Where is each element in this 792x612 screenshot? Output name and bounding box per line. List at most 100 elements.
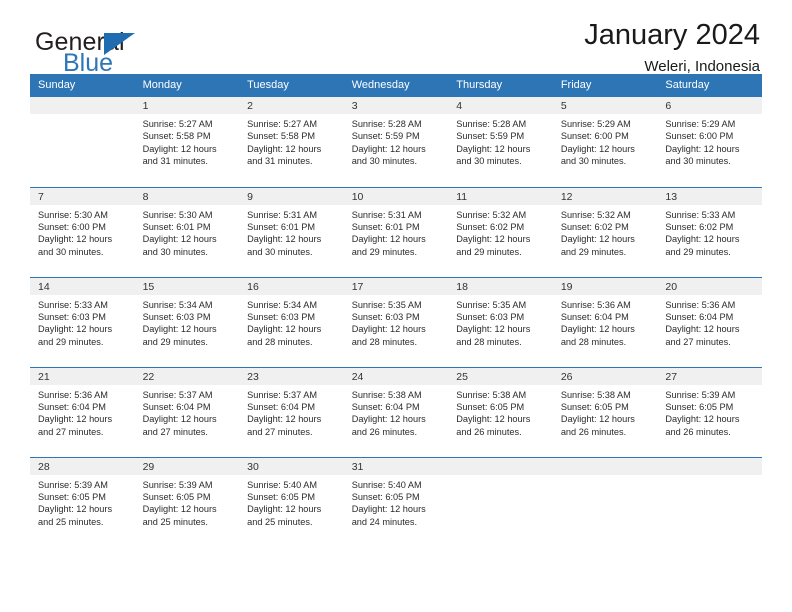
day-cell[interactable]: 29 Sunrise: 5:39 AM Sunset: 6:05 PM Dayligh… bbox=[134, 456, 240, 547]
day-cell[interactable]: 15 Sunrise: 5:34 AM Sunset: 6:03 PM Dayligh… bbox=[134, 276, 240, 367]
day-cell[interactable]: 13 Sunrise: 5:33 AM Sunset: 6:02 PM Dayligh… bbox=[657, 186, 762, 277]
day-details: Sunrise: 5:40 AM Sunset: 6:05 PM Daylight:… bbox=[239, 475, 344, 529]
column-header-wednesday: Wednesday bbox=[343, 74, 449, 97]
day-cell[interactable]: 1 Sunrise: 5:27 AM Sunset: 5:58 PM Daylight… bbox=[134, 97, 240, 187]
day-details: Sunrise: 5:29 AM Sunset: 6:00 PM Daylight:… bbox=[657, 114, 762, 168]
day-detail-line: and 30 minutes. bbox=[560, 156, 627, 167]
day-cell[interactable]: 24 Sunrise: 5:38 AM Sunset: 6:04 PM Dayligh… bbox=[343, 366, 449, 457]
day-detail-line: Sunrise: 5:34 AM bbox=[247, 299, 318, 310]
calendar-week-row: 21 Sunrise: 5:36 AM Sunset: 6:04 PM Dayligh… bbox=[30, 366, 762, 457]
day-details: Sunrise: 5:38 AM Sunset: 6:05 PM Daylight:… bbox=[448, 385, 553, 439]
day-detail-line: and 27 minutes. bbox=[142, 426, 208, 437]
day-cell-content: 21 Sunrise: 5:36 AM Sunset: 6:04 PM Dayligh… bbox=[30, 367, 135, 457]
day-cell[interactable]: 19 Sunrise: 5:36 AM Sunset: 6:04 PM Dayligh… bbox=[552, 276, 658, 367]
day-cell[interactable]: 4 Sunrise: 5:28 AM Sunset: 5:59 PM Daylight… bbox=[448, 97, 553, 187]
day-details: Sunrise: 5:38 AM Sunset: 6:04 PM Daylight:… bbox=[344, 385, 449, 439]
day-cell[interactable]: 9 Sunrise: 5:31 AM Sunset: 6:01 PM Daylight… bbox=[239, 186, 344, 277]
day-detail-line: Sunset: 6:00 PM bbox=[560, 131, 629, 142]
day-cell[interactable]: 23 Sunrise: 5:37 AM Sunset: 6:04 PM Dayligh… bbox=[239, 366, 344, 457]
calendar-week-row: 7 Sunrise: 5:30 AM Sunset: 6:00 PM Daylight… bbox=[30, 186, 762, 277]
day-cell[interactable]: 26 Sunrise: 5:38 AM Sunset: 6:05 PM Dayligh… bbox=[552, 366, 658, 457]
day-detail-line: Sunset: 6:04 PM bbox=[247, 401, 316, 412]
day-cell[interactable]: 3 Sunrise: 5:28 AM Sunset: 5:59 PM Daylight… bbox=[343, 97, 449, 187]
day-detail-line: Daylight: 12 hours bbox=[38, 324, 113, 335]
day-detail-line: and 31 minutes. bbox=[142, 156, 208, 167]
day-detail-line: Sunrise: 5:33 AM bbox=[38, 299, 108, 310]
day-number: 29 bbox=[134, 457, 240, 475]
day-details: Sunrise: 5:34 AM Sunset: 6:03 PM Daylight:… bbox=[239, 295, 344, 349]
page-title: January 2024 bbox=[584, 19, 760, 51]
generalblue-logo: General Blue bbox=[35, 28, 245, 84]
day-number: 24 bbox=[343, 367, 449, 385]
day-cell-empty bbox=[448, 456, 553, 547]
day-cell[interactable]: 16 Sunrise: 5:34 AM Sunset: 6:03 PM Dayligh… bbox=[239, 276, 344, 367]
day-detail-line: Daylight: 12 hours bbox=[247, 504, 322, 515]
day-cell-content: 1 Sunrise: 5:27 AM Sunset: 5:58 PM Daylight… bbox=[134, 97, 240, 186]
day-cell[interactable]: 22 Sunrise: 5:37 AM Sunset: 6:04 PM Dayligh… bbox=[134, 366, 240, 457]
day-cell[interactable]: 28 Sunrise: 5:39 AM Sunset: 6:05 PM Dayligh… bbox=[30, 456, 135, 547]
day-cell[interactable]: 31 Sunrise: 5:40 AM Sunset: 6:05 PM Dayligh… bbox=[343, 456, 449, 547]
day-cell[interactable]: 17 Sunrise: 5:35 AM Sunset: 6:03 PM Dayligh… bbox=[343, 276, 449, 367]
day-number: 7 bbox=[30, 187, 135, 205]
day-cell[interactable]: 2 Sunrise: 5:27 AM Sunset: 5:58 PM Daylight… bbox=[239, 97, 344, 187]
day-detail-line: Daylight: 12 hours bbox=[142, 504, 217, 515]
day-detail-line: Daylight: 12 hours bbox=[665, 324, 740, 335]
day-detail-line: Daylight: 12 hours bbox=[247, 324, 322, 335]
day-detail-line: Daylight: 12 hours bbox=[142, 414, 217, 425]
day-number: 21 bbox=[30, 367, 135, 385]
day-detail-line: Sunset: 6:03 PM bbox=[456, 311, 525, 322]
day-cell[interactable]: 18 Sunrise: 5:35 AM Sunset: 6:03 PM Dayligh… bbox=[448, 276, 553, 367]
day-cell[interactable]: 21 Sunrise: 5:36 AM Sunset: 6:04 PM Dayligh… bbox=[30, 366, 135, 457]
day-cell[interactable]: 6 Sunrise: 5:29 AM Sunset: 6:00 PM Daylight… bbox=[657, 97, 762, 187]
day-number bbox=[552, 457, 658, 475]
day-number: 12 bbox=[552, 187, 658, 205]
day-number: 11 bbox=[448, 187, 553, 205]
day-cell-content: 5 Sunrise: 5:29 AM Sunset: 6:00 PM Daylight… bbox=[552, 97, 658, 186]
day-detail-line: Sunset: 6:02 PM bbox=[456, 221, 525, 232]
day-detail-line: and 28 minutes. bbox=[456, 336, 522, 347]
day-cell[interactable]: 12 Sunrise: 5:32 AM Sunset: 6:02 PM Dayligh… bbox=[552, 186, 658, 277]
day-detail-line: Sunset: 6:02 PM bbox=[665, 221, 734, 232]
day-detail-line: Sunrise: 5:27 AM bbox=[142, 119, 213, 129]
day-cell[interactable]: 7 Sunrise: 5:30 AM Sunset: 6:00 PM Daylight… bbox=[30, 186, 135, 277]
day-detail-line: Sunset: 6:05 PM bbox=[456, 401, 525, 412]
day-detail-line: Sunset: 6:03 PM bbox=[247, 311, 316, 322]
day-detail-line: and 26 minutes. bbox=[665, 426, 731, 437]
day-detail-line: Daylight: 12 hours bbox=[560, 324, 635, 335]
day-details: Sunrise: 5:36 AM Sunset: 6:04 PM Daylight:… bbox=[30, 385, 135, 439]
day-details: Sunrise: 5:31 AM Sunset: 6:01 PM Daylight:… bbox=[344, 205, 449, 259]
day-detail-line: Sunset: 6:05 PM bbox=[351, 491, 420, 502]
day-detail-line: and 29 minutes. bbox=[142, 336, 208, 347]
day-number: 5 bbox=[552, 97, 658, 114]
day-cell-content: 9 Sunrise: 5:31 AM Sunset: 6:01 PM Daylight… bbox=[239, 187, 344, 277]
day-cell-content: 25 Sunrise: 5:38 AM Sunset: 6:05 PM Dayligh… bbox=[448, 367, 553, 457]
day-cell[interactable]: 11 Sunrise: 5:32 AM Sunset: 6:02 PM Dayligh… bbox=[448, 186, 553, 277]
day-details: Sunrise: 5:32 AM Sunset: 6:02 PM Daylight:… bbox=[448, 205, 553, 259]
day-cell[interactable]: 5 Sunrise: 5:29 AM Sunset: 6:00 PM Daylight… bbox=[552, 97, 658, 187]
day-detail-line: Sunrise: 5:40 AM bbox=[351, 479, 422, 490]
day-cell[interactable]: 20 Sunrise: 5:36 AM Sunset: 6:04 PM Dayligh… bbox=[657, 276, 762, 367]
day-detail-line: and 30 minutes. bbox=[38, 246, 104, 257]
day-number: 2 bbox=[239, 97, 344, 114]
day-detail-line: Daylight: 12 hours bbox=[560, 414, 635, 425]
day-detail-line: Sunrise: 5:32 AM bbox=[456, 209, 527, 220]
day-detail-line: Daylight: 12 hours bbox=[142, 234, 217, 245]
day-details: Sunrise: 5:28 AM Sunset: 5:59 PM Daylight:… bbox=[344, 114, 449, 168]
day-detail-line: and 27 minutes. bbox=[665, 336, 731, 347]
day-detail-line: Sunrise: 5:35 AM bbox=[351, 299, 422, 310]
day-cell[interactable]: 25 Sunrise: 5:38 AM Sunset: 6:05 PM Dayligh… bbox=[448, 366, 553, 457]
day-cell[interactable]: 27 Sunrise: 5:39 AM Sunset: 6:05 PM Dayligh… bbox=[657, 366, 762, 457]
day-detail-line: and 29 minutes. bbox=[351, 246, 418, 257]
day-details: Sunrise: 5:35 AM Sunset: 6:03 PM Daylight:… bbox=[344, 295, 449, 349]
day-cell[interactable]: 8 Sunrise: 5:30 AM Sunset: 6:01 PM Daylight… bbox=[134, 186, 240, 277]
day-detail-line: Sunrise: 5:36 AM bbox=[38, 389, 108, 400]
day-cell-content: 10 Sunrise: 5:31 AM Sunset: 6:01 PM Dayligh… bbox=[343, 187, 449, 277]
day-cell-empty bbox=[657, 456, 762, 547]
day-cell-empty bbox=[552, 456, 658, 547]
day-cell[interactable]: 14 Sunrise: 5:33 AM Sunset: 6:03 PM Dayligh… bbox=[30, 276, 135, 367]
day-detail-line: Sunset: 6:04 PM bbox=[142, 401, 211, 412]
day-cell[interactable]: 30 Sunrise: 5:40 AM Sunset: 6:05 PM Dayligh… bbox=[239, 456, 344, 547]
day-detail-line: Daylight: 12 hours bbox=[456, 143, 531, 154]
day-cell[interactable]: 10 Sunrise: 5:31 AM Sunset: 6:01 PM Dayligh… bbox=[343, 186, 449, 277]
day-detail-line: and 30 minutes. bbox=[351, 156, 418, 167]
